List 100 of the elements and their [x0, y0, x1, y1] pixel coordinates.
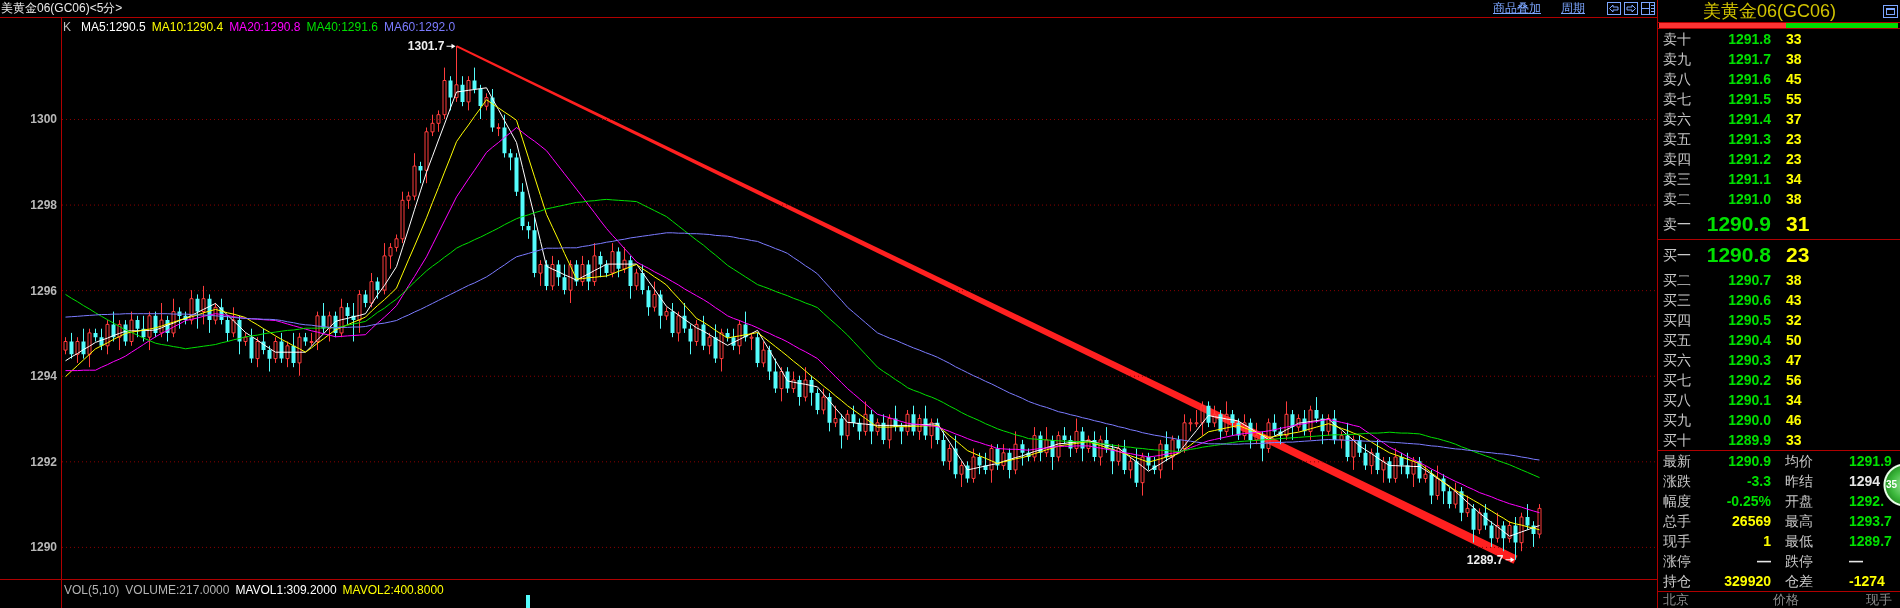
order-price: 1290.7	[1728, 271, 1771, 289]
order-price: 1290.9	[1706, 211, 1771, 237]
axis-label: 1296	[30, 283, 57, 298]
order-volume: 23	[1786, 150, 1802, 168]
moving-average-label: MA60:1292.0	[383, 20, 456, 34]
column-header: 价格	[1773, 592, 1799, 608]
stat-value: 1289.7	[1849, 532, 1892, 550]
order-volume: 56	[1786, 371, 1802, 389]
order-level-label: 买五	[1663, 331, 1691, 349]
stat-label: 现手	[1663, 532, 1691, 550]
stat-label: 开盘	[1785, 492, 1813, 510]
leader-arrow	[1505, 557, 1515, 563]
order-price: 1290.1	[1728, 391, 1771, 409]
stat-value: 329920	[1724, 572, 1771, 590]
order-volume: 23	[1786, 242, 1810, 268]
stat-label: 昨结	[1785, 472, 1813, 490]
order-volume: 32	[1786, 311, 1802, 329]
right-arrow-icon[interactable]	[1624, 2, 1638, 15]
stat-value: 1290.9	[1728, 452, 1771, 470]
stat-value: —	[1849, 552, 1863, 570]
order-level-label: 买七	[1663, 371, 1691, 389]
stat-label: 仓差	[1785, 572, 1813, 590]
order-volume: 38	[1786, 190, 1802, 208]
window-title: 美黄金06(GC06)<5分>	[1, 1, 123, 16]
order-price: 1289.9	[1728, 431, 1771, 449]
order-volume: 50	[1786, 331, 1802, 349]
order-price: 1291.1	[1728, 170, 1771, 188]
moving-average-label: MA40:1291.6	[306, 20, 378, 34]
order-price: 1290.6	[1728, 291, 1771, 309]
order-level-label: 卖八	[1663, 70, 1691, 88]
order-price: 1291.5	[1728, 90, 1771, 108]
stat-label: 最高	[1785, 512, 1813, 530]
moving-average-label: MA20:1290.8	[229, 20, 301, 34]
order-level-label: 买八	[1663, 391, 1691, 409]
order-price: 1290.4	[1728, 331, 1771, 349]
stat-value: -1274	[1849, 572, 1885, 590]
order-level-label: 卖二	[1663, 190, 1691, 208]
stat-value: —	[1757, 552, 1771, 570]
order-level-label: 卖四	[1663, 150, 1691, 168]
order-level-label: 买六	[1663, 351, 1691, 369]
axis-label: 1298	[30, 198, 57, 213]
volume-legend-label: VOLUME:217.0000	[125, 583, 230, 597]
order-level-label: 买三	[1663, 291, 1691, 309]
order-price: 1291.6	[1728, 70, 1771, 88]
stat-label: 幅度	[1663, 492, 1691, 510]
moving-average-label: MA10:1290.4	[151, 20, 224, 34]
stat-label: 均价	[1785, 452, 1813, 470]
order-price: 1290.0	[1728, 411, 1771, 429]
stat-value: -3.3	[1746, 472, 1771, 490]
order-level-label: 买九	[1663, 411, 1691, 429]
order-level-label: 卖三	[1663, 170, 1691, 188]
order-price: 1291.2	[1728, 150, 1771, 168]
order-level-label: 卖九	[1663, 50, 1691, 68]
order-volume: 47	[1786, 351, 1802, 369]
order-level-label: 卖六	[1663, 110, 1691, 128]
left-arrow-icon[interactable]	[1607, 2, 1621, 15]
volume-legend-label: MAVOL1:309.2000	[235, 583, 337, 597]
order-volume: 34	[1786, 170, 1802, 188]
order-level-label: 买四	[1663, 311, 1691, 329]
toolbar-link[interactable]: 商品叠加	[1493, 1, 1541, 16]
order-volume: 38	[1786, 271, 1802, 289]
stat-label: 最低	[1785, 532, 1813, 550]
order-price: 1290.2	[1728, 371, 1771, 389]
stat-label: 涨停	[1663, 552, 1691, 570]
stat-value: 1294	[1849, 472, 1881, 490]
volume-legend-label: VOL(5,10)	[64, 583, 120, 597]
order-volume: 33	[1786, 431, 1802, 449]
order-level-label: 卖一	[1663, 215, 1691, 233]
order-volume: 43	[1786, 291, 1802, 309]
split-layout-icon[interactable]	[1641, 2, 1655, 15]
price-label: 1301.7	[407, 39, 445, 54]
order-volume: 23	[1786, 130, 1802, 148]
toolbar-link[interactable]: 周期	[1561, 1, 1585, 16]
price-label: 1289.7	[1466, 552, 1504, 567]
order-volume: 31	[1786, 211, 1810, 237]
moving-average-label: MA5:1290.5	[81, 20, 146, 34]
order-price: 1291.0	[1728, 190, 1771, 208]
stat-label: 持仓	[1663, 572, 1691, 590]
column-header: 现手	[1866, 592, 1892, 608]
maximize-icon[interactable]	[1883, 4, 1898, 18]
order-level-label: 买一	[1663, 246, 1691, 264]
stat-label: 跌停	[1785, 552, 1813, 570]
order-price: 1290.3	[1728, 351, 1771, 369]
stat-label: 总手	[1663, 512, 1691, 530]
stat-value: 1	[1763, 532, 1771, 550]
column-header: 北京	[1663, 592, 1689, 608]
volume-legend-label: MAVOL2:400.8000	[342, 583, 444, 597]
quote-title: 美黄金06(GC06)	[1703, 0, 1837, 22]
order-level-label: 卖五	[1663, 130, 1691, 148]
order-price: 1291.4	[1728, 110, 1771, 128]
axis-label: 1290	[30, 540, 57, 555]
stat-label: 涨跌	[1663, 472, 1691, 490]
stat-value: 1293.7	[1849, 512, 1892, 530]
order-volume: 45	[1786, 70, 1802, 88]
order-level-label: 卖七	[1663, 90, 1691, 108]
order-level-label: 买十	[1663, 431, 1691, 449]
order-volume: 34	[1786, 391, 1802, 409]
volume-bar	[526, 595, 530, 608]
order-volume: 55	[1786, 90, 1802, 108]
chart-type-label: K	[63, 20, 71, 34]
